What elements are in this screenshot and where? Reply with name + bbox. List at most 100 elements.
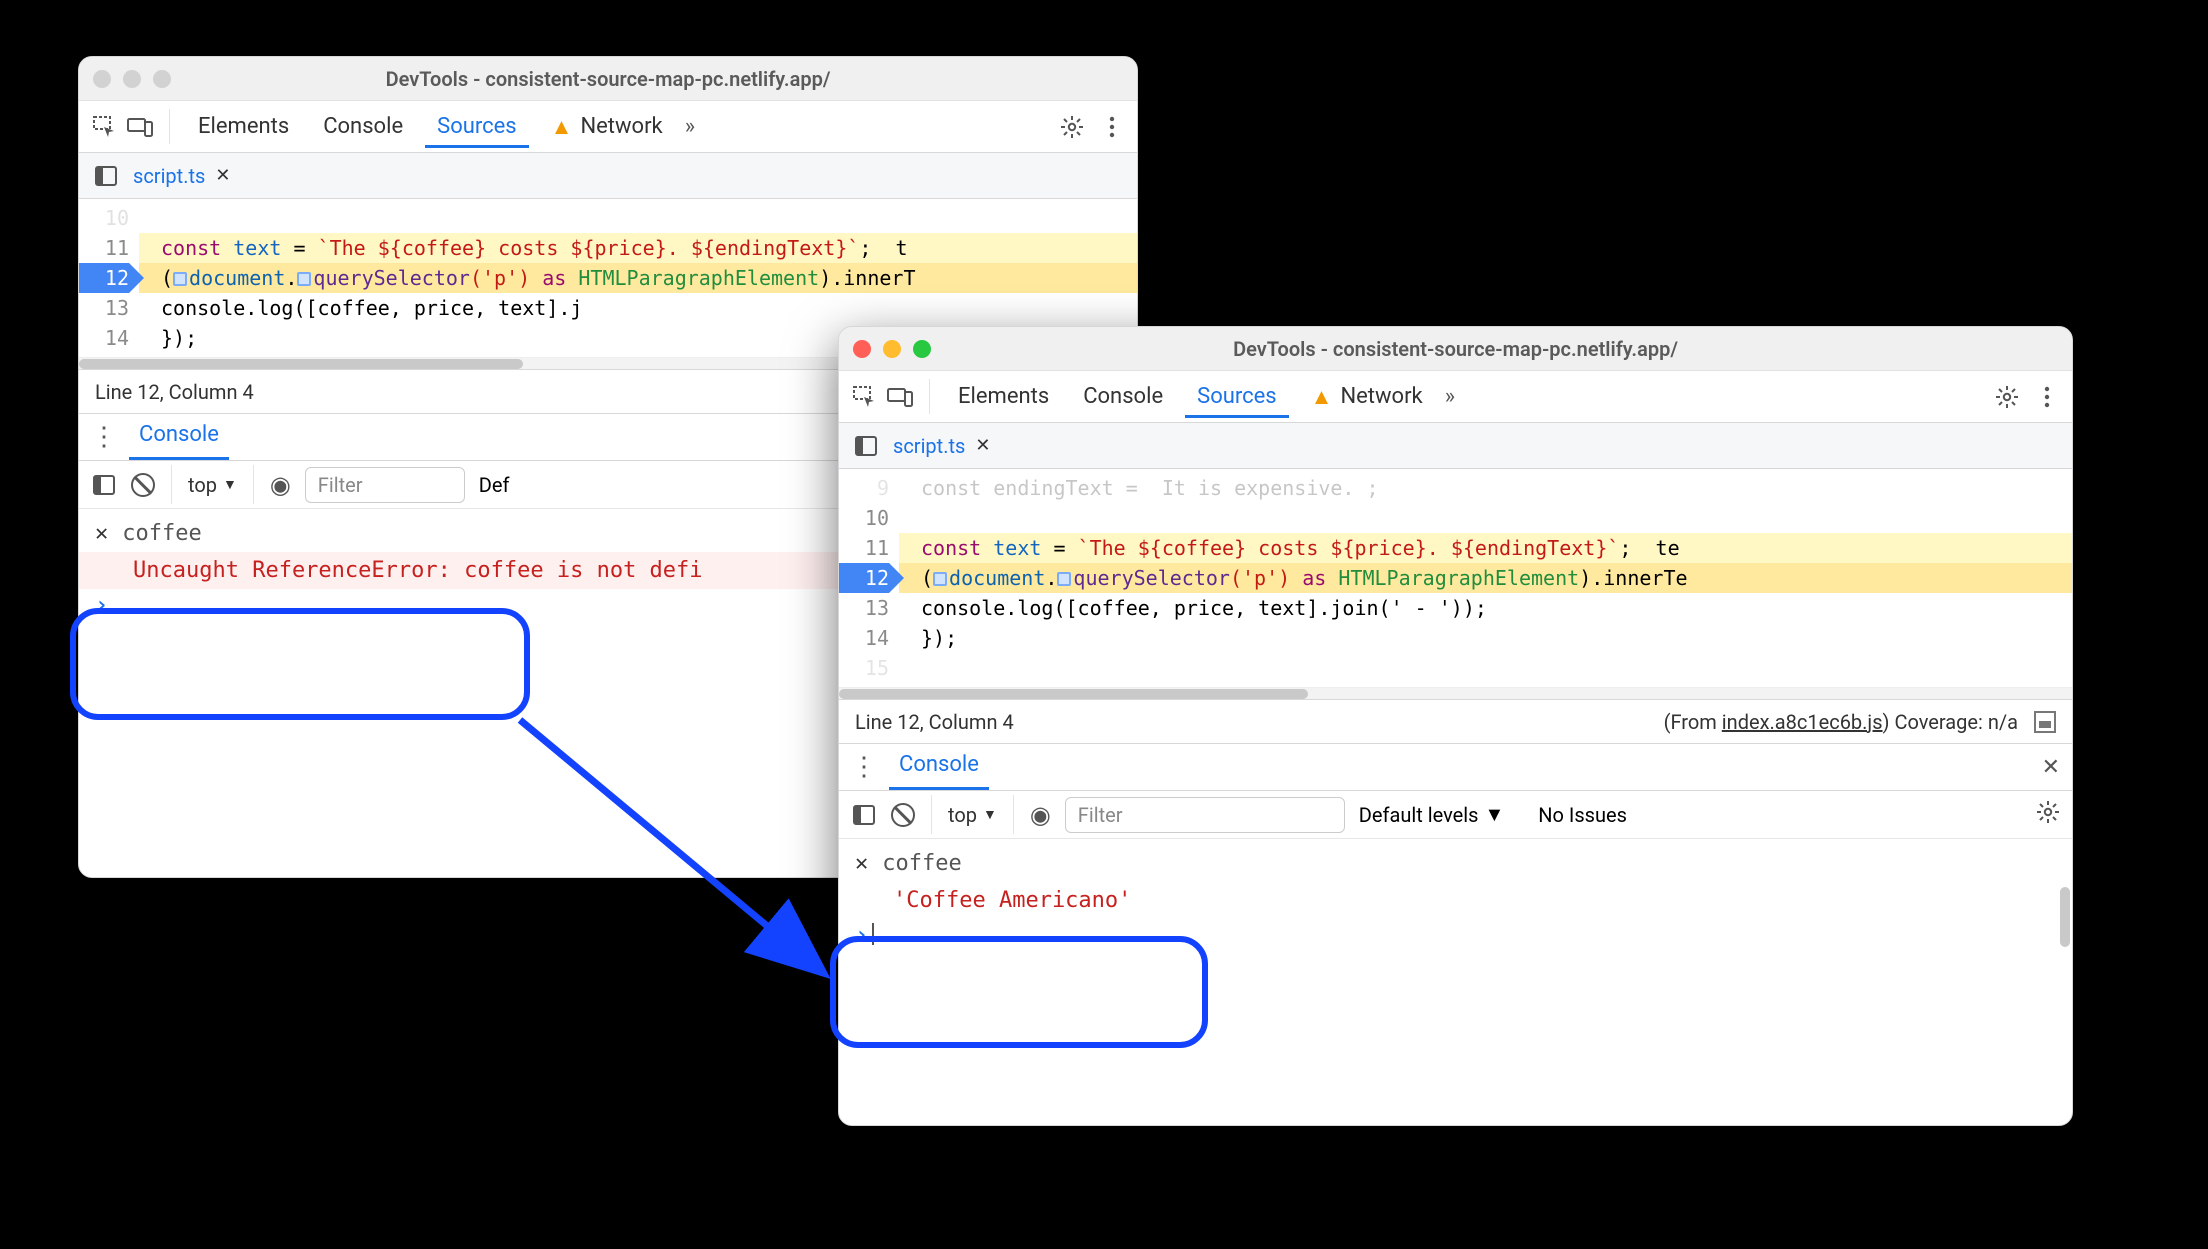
cursor-position: Line 12, Column 4 <box>855 710 1014 734</box>
tab-elements[interactable]: Elements <box>186 108 301 145</box>
issues-label[interactable]: No Issues <box>1538 803 1627 827</box>
coverage-toggle-icon[interactable] <box>2034 711 2056 733</box>
window-title: DevTools - consistent-source-map-pc.netl… <box>79 67 1137 91</box>
line-no: 10 <box>79 203 129 233</box>
console-prompt[interactable]: › <box>839 919 2072 952</box>
editor-horizontal-scrollbar[interactable] <box>839 687 2072 699</box>
execution-line-marker: 12 <box>79 263 129 293</box>
more-tabs-icon[interactable]: » <box>685 114 695 139</box>
drawer-tab-console[interactable]: Console <box>889 744 989 790</box>
separator <box>171 465 172 504</box>
tab-network[interactable]: ▲ Network <box>539 108 675 146</box>
close-expression-icon[interactable]: ✕ <box>95 521 108 546</box>
show-navigator-icon[interactable] <box>853 433 879 459</box>
code-line <box>139 203 1137 233</box>
code-line: const endingText = It is expensive. ; <box>899 473 2072 503</box>
code-line: }); <box>899 623 2072 653</box>
traffic-lights <box>93 70 171 88</box>
line-gutter: 9 10 11 12 13 14 15 <box>839 469 899 687</box>
close-file-tab-icon[interactable]: ✕ <box>215 165 230 186</box>
tab-console[interactable]: Console <box>1071 378 1175 415</box>
console-expression-text: coffee <box>122 521 201 546</box>
settings-gear-icon[interactable] <box>1059 114 1085 140</box>
code-line: const text = `The ${coffee} costs ${pric… <box>139 233 1137 263</box>
code-editor[interactable]: 9 10 11 12 13 14 15 const endingText = I… <box>839 469 2072 687</box>
context-selector[interactable]: top ▼ <box>948 803 997 827</box>
console-result-row: 'Coffee Americano' <box>839 882 2072 919</box>
console-error-text: Uncaught ReferenceError: coffee is not d… <box>133 558 703 583</box>
console-filter-input[interactable]: Filter <box>1065 797 1345 833</box>
drawer-menu-icon[interactable]: ⋮ <box>91 422 117 452</box>
autocomplete-marker-icon <box>173 272 187 286</box>
titlebar: DevTools - consistent-source-map-pc.netl… <box>79 57 1137 101</box>
minimize-window-icon[interactable] <box>883 340 901 358</box>
clear-console-icon[interactable] <box>131 473 155 497</box>
line-no: 13 <box>839 593 889 623</box>
minimize-window-inactive-icon[interactable] <box>123 70 141 88</box>
line-no: 14 <box>79 323 129 353</box>
console-vertical-scrollbar[interactable] <box>2060 887 2070 1117</box>
separator <box>253 465 254 504</box>
tab-sources[interactable]: Sources <box>425 105 529 148</box>
drawer-menu-icon[interactable]: ⋮ <box>851 752 877 782</box>
tab-console[interactable]: Console <box>311 108 415 145</box>
main-toolbar: Elements Console Sources ▲ Network » <box>79 101 1137 153</box>
live-expression-icon[interactable]: ◉ <box>1030 801 1051 829</box>
file-tab-script[interactable]: script.ts ✕ <box>133 164 230 188</box>
kebab-menu-icon[interactable] <box>1099 114 1125 140</box>
settings-gear-icon[interactable] <box>1994 384 2020 410</box>
warning-triangle-icon: ▲ <box>551 114 573 140</box>
code-line-current: (document.querySelector('p') as HTMLPara… <box>139 263 1137 293</box>
log-levels-selector[interactable]: Default levels ▼ <box>1359 802 1504 827</box>
code-line <box>899 653 2072 683</box>
code-line: console.log([coffee, price, text].j <box>139 293 1137 323</box>
line-no: 15 <box>839 653 889 683</box>
inspect-element-icon[interactable] <box>851 384 877 410</box>
zoom-window-icon[interactable] <box>913 340 931 358</box>
line-gutter: 10 11 12 13 14 <box>79 199 139 357</box>
kebab-menu-icon[interactable] <box>2034 384 2060 410</box>
more-tabs-icon[interactable]: » <box>1445 384 1455 409</box>
log-levels-selector[interactable]: Def <box>479 473 510 497</box>
console-log-area[interactable]: ✕ coffee 'Coffee Americano' › <box>839 839 2072 1125</box>
cursor-position: Line 12, Column 4 <box>95 380 254 404</box>
close-window-icon[interactable] <box>853 340 871 358</box>
live-expression-icon[interactable]: ◉ <box>270 471 291 499</box>
caret-down-icon: ▼ <box>983 806 997 823</box>
zoom-window-inactive-icon[interactable] <box>153 70 171 88</box>
close-file-tab-icon[interactable]: ✕ <box>975 435 990 456</box>
show-navigator-icon[interactable] <box>93 163 119 189</box>
close-drawer-icon[interactable]: ✕ <box>2042 755 2060 780</box>
console-result-text: 'Coffee Americano' <box>893 888 1131 913</box>
tab-elements[interactable]: Elements <box>946 378 1061 415</box>
inspect-element-icon[interactable] <box>91 114 117 140</box>
source-origin-link[interactable]: index.a8c1ec6b.js <box>1722 710 1883 734</box>
code-line: console.log([coffee, price, text].join('… <box>899 593 2072 623</box>
console-settings-gear-icon[interactable] <box>2036 800 2060 830</box>
file-tab-label: script.ts <box>133 164 205 188</box>
devtools-window-right: DevTools - consistent-source-map-pc.netl… <box>838 326 2073 1126</box>
device-toolbar-icon[interactable] <box>887 384 913 410</box>
separator <box>169 109 170 144</box>
console-expression-text: coffee <box>882 851 961 876</box>
window-title: DevTools - consistent-source-map-pc.netl… <box>839 337 2072 361</box>
console-filter-row: top ▼ ◉ Filter Default levels ▼ No Issue… <box>839 791 2072 839</box>
line-no: 10 <box>839 503 889 533</box>
editor-statusbar: Line 12, Column 4 (From index.a8c1ec6b.j… <box>839 699 2072 743</box>
file-tab-script[interactable]: script.ts ✕ <box>893 434 990 458</box>
tab-network[interactable]: ▲ Network <box>1299 378 1435 416</box>
context-label: top <box>948 803 977 827</box>
toggle-sidebar-icon[interactable] <box>91 472 117 498</box>
autocomplete-marker-icon <box>297 272 311 286</box>
toggle-sidebar-icon[interactable] <box>851 802 877 828</box>
close-window-inactive-icon[interactable] <box>93 70 111 88</box>
traffic-lights <box>853 340 931 358</box>
context-selector[interactable]: top ▼ <box>188 473 237 497</box>
tab-sources[interactable]: Sources <box>1185 375 1289 418</box>
drawer-tab-console[interactable]: Console <box>129 414 229 460</box>
device-toolbar-icon[interactable] <box>127 114 153 140</box>
close-expression-icon[interactable]: ✕ <box>855 851 868 876</box>
console-filter-input[interactable]: Filter <box>305 467 465 503</box>
code-line <box>899 503 2072 533</box>
clear-console-icon[interactable] <box>891 803 915 827</box>
